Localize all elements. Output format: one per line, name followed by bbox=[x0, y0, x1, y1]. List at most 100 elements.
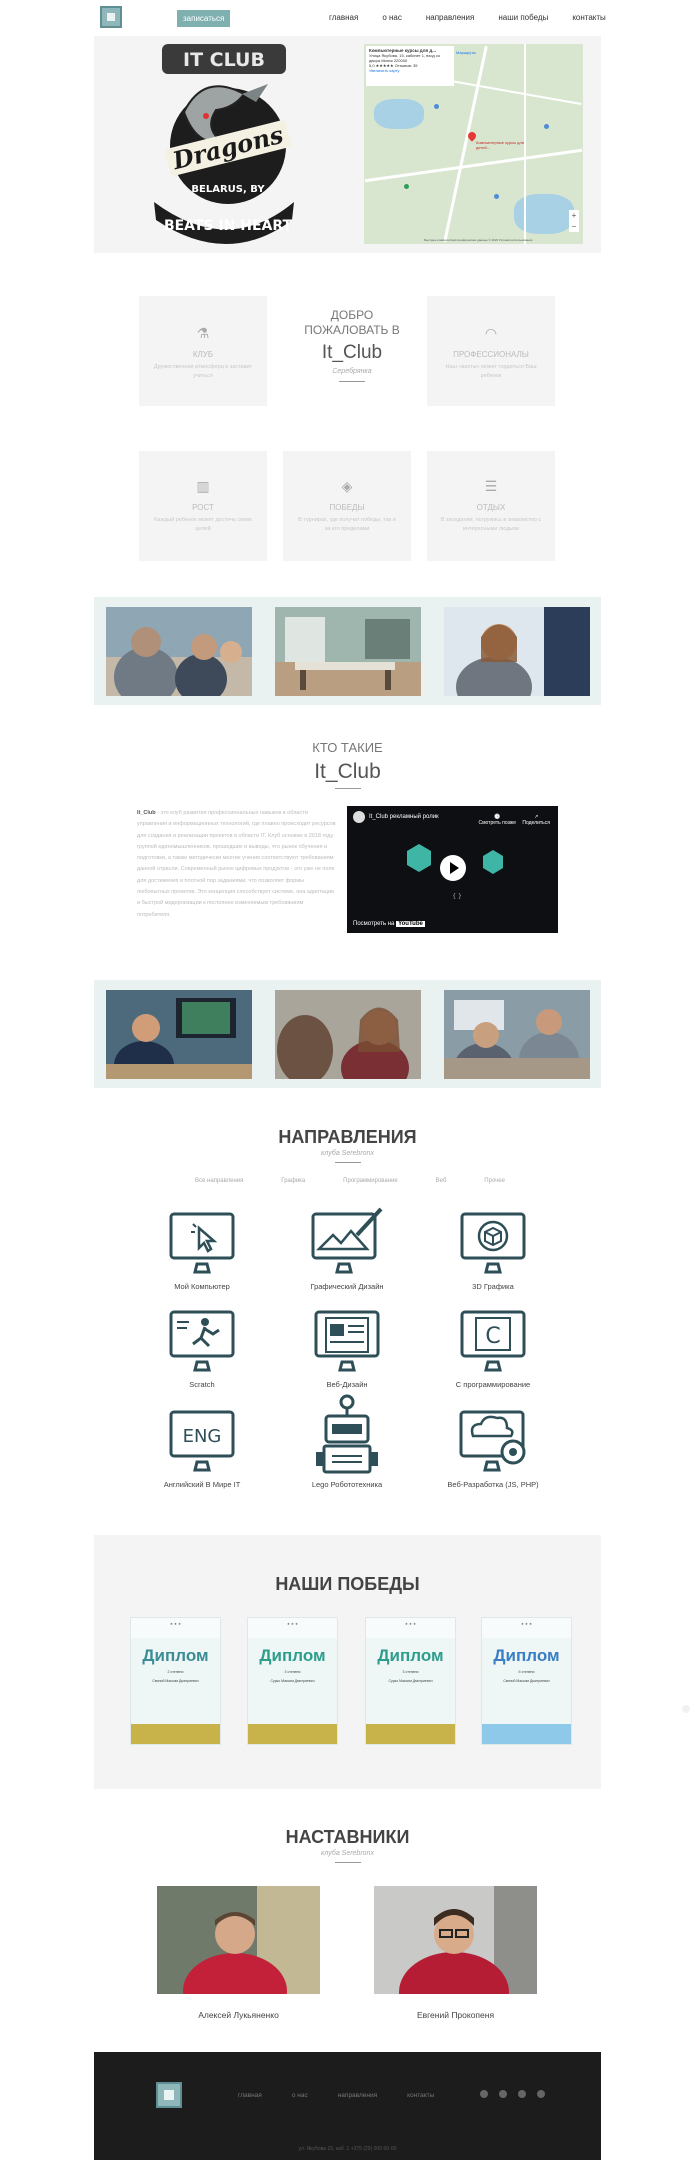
mentor-photo[interactable] bbox=[374, 1886, 537, 1994]
direction-label: Веб-Разработка (JS, PHP) bbox=[447, 1480, 539, 1489]
nav-contacts[interactable]: контакты bbox=[572, 13, 605, 22]
youtube-icon[interactable] bbox=[518, 2090, 526, 2098]
direction-scratch[interactable]: Scratch bbox=[137, 1308, 267, 1389]
welcome-block: ДОБРО ПОЖАЛОВАТЬ В It_Club Серебрянка bbox=[297, 308, 407, 382]
english-icon: ENG bbox=[169, 1410, 235, 1472]
feature-title: КЛУБ bbox=[192, 350, 214, 359]
footer-nav-home[interactable]: главная bbox=[238, 2092, 262, 2099]
diploma-footer bbox=[131, 1724, 220, 1744]
nav-directions[interactable]: направления bbox=[426, 13, 475, 22]
database-icon: ☰ bbox=[484, 478, 498, 494]
watch-later-button[interactable]: 🕒 Смотреть позже bbox=[478, 814, 516, 826]
feature-card-wins: ◈ ПОБЕДЫ В турнирах, где получат победы,… bbox=[283, 451, 411, 561]
facebook-icon[interactable] bbox=[480, 2090, 488, 2098]
vk-icon[interactable] bbox=[499, 2090, 507, 2098]
footer-nav-directions[interactable]: направления bbox=[338, 2092, 377, 2099]
club-photo[interactable] bbox=[275, 990, 421, 1079]
about-heading: КТО ТАКИЕ bbox=[312, 740, 383, 755]
map-footer: Быстрые клавиши Картографические данные … bbox=[424, 238, 533, 242]
diploma-card[interactable]: ★ ★ ★ Диплом 3 степени Сурко Максим Дмит… bbox=[365, 1617, 456, 1745]
chart-icon: ▥ bbox=[196, 478, 210, 494]
promo-video[interactable]: It_Club рекламный ролик 🕒 Смотреть позже … bbox=[347, 806, 558, 933]
club-logo[interactable] bbox=[100, 6, 122, 28]
share-button[interactable]: ↗ Поделиться bbox=[522, 814, 550, 826]
channel-avatar[interactable] bbox=[353, 811, 365, 823]
club-photo[interactable] bbox=[106, 990, 252, 1079]
map-zoom-controls[interactable]: + − bbox=[569, 210, 579, 232]
signup-button[interactable]: записаться bbox=[177, 10, 231, 27]
feature-desc: Дружественная атмосфера в заставит учить… bbox=[153, 364, 253, 379]
diploma-name: Сурко Максим Дмитриевич bbox=[270, 1679, 315, 1683]
main-nav: главная о нас направления наши победы ко… bbox=[329, 13, 630, 22]
map-pin-label: Компьютерные курсы для детей... bbox=[476, 140, 524, 150]
diploma-header: ★ ★ ★ bbox=[366, 1618, 455, 1638]
map-poi-icon[interactable] bbox=[434, 104, 439, 109]
map-poi-icon[interactable] bbox=[494, 194, 499, 199]
direction-label: Lego Робототехника bbox=[311, 1480, 383, 1489]
diploma-header: ★ ★ ★ bbox=[248, 1618, 337, 1638]
directions-title: НАПРАВЛЕНИЯ bbox=[278, 1127, 417, 1147]
map-bigger-link[interactable]: Увеличить карту bbox=[369, 68, 451, 73]
graphic-design-icon bbox=[311, 1207, 383, 1274]
svg-text:{ }: { } bbox=[452, 893, 462, 900]
welcome-club-name: It_Club bbox=[321, 342, 383, 363]
logo-chip-icon bbox=[164, 2090, 174, 2100]
diploma-degree: 3 степени bbox=[284, 1670, 301, 1674]
nav-wins[interactable]: наши победы bbox=[498, 13, 548, 22]
mentor-name: Алексей Лукьяненко bbox=[198, 2010, 279, 2020]
welcome-divider bbox=[339, 381, 365, 382]
footer-nav: главная о нас направления контакты bbox=[238, 2092, 464, 2099]
instagram-icon[interactable] bbox=[537, 2090, 545, 2098]
about-text: It_Club - это клуб развития профессионал… bbox=[137, 808, 337, 921]
diploma-card[interactable]: ★ ★ ★ Диплом II степени Свиной Максим Дм… bbox=[481, 1617, 572, 1745]
direction-my-computer[interactable]: Мой Компьютер bbox=[137, 1210, 267, 1291]
feature-title: ПРОФЕССИОНАЛЫ bbox=[453, 350, 529, 359]
filter-all[interactable]: Все направления bbox=[195, 1178, 243, 1184]
filter-graphics[interactable]: Графика bbox=[281, 1178, 305, 1184]
filter-web[interactable]: Веб bbox=[436, 1178, 447, 1184]
play-button[interactable] bbox=[440, 855, 466, 881]
nav-home[interactable]: главная bbox=[329, 13, 358, 22]
direction-3d-graphics[interactable]: 3D Графика bbox=[428, 1210, 558, 1291]
mentor-photo[interactable] bbox=[157, 1886, 320, 1994]
map-route-link[interactable]: Маршруты bbox=[456, 50, 476, 55]
watch-on-youtube[interactable]: Посмотреть на YouTube bbox=[353, 921, 425, 927]
map-poi-icon[interactable] bbox=[404, 184, 409, 189]
footer-nav-contacts[interactable]: контакты bbox=[407, 2092, 434, 2099]
diploma-card[interactable]: ★ ★ ★ Диплом 3 степени Сурко Максим Дмит… bbox=[247, 1617, 338, 1745]
location-map[interactable]: Компьютерные курсы для д... Улица Якубов… bbox=[364, 44, 583, 244]
footer-logo[interactable] bbox=[156, 2082, 182, 2108]
video-title[interactable]: It_Club рекламный ролик bbox=[369, 814, 439, 820]
filter-other[interactable]: Прочее bbox=[484, 1178, 505, 1184]
nav-about[interactable]: о нас bbox=[382, 13, 402, 22]
direction-web-design[interactable]: Веб-Дизайн bbox=[282, 1306, 412, 1389]
mentors-subtitle: клуба Serebronx bbox=[321, 1850, 374, 1857]
watch-on-label: Посмотреть на bbox=[353, 921, 395, 927]
diploma-card[interactable]: ★ ★ ★ Диплом 2 степени Свиной Максим Дми… bbox=[130, 1617, 221, 1745]
footer-nav-about[interactable]: о нас bbox=[292, 2092, 308, 2099]
diploma-footer bbox=[248, 1724, 337, 1744]
club-photo[interactable] bbox=[275, 607, 421, 696]
map-poi-icon[interactable] bbox=[544, 124, 549, 129]
club-photo[interactable] bbox=[444, 990, 590, 1079]
direction-web-development[interactable]: Веб-Разработка (JS, PHP) bbox=[428, 1404, 558, 1489]
speedometer-icon: ◠ bbox=[484, 325, 498, 341]
direction-c-programming[interactable]: C С программирование bbox=[428, 1308, 558, 1389]
about-brand: It_Club bbox=[137, 810, 156, 816]
direction-english-it[interactable]: ENG Английский В Мире IT bbox=[137, 1408, 267, 1489]
direction-lego-robotics[interactable]: Lego Робототехника bbox=[282, 1394, 412, 1489]
direction-graphic-design[interactable]: Графический Дизайн bbox=[282, 1205, 412, 1291]
filter-programming[interactable]: Программирование bbox=[343, 1178, 398, 1184]
svg-text:ENG: ENG bbox=[183, 1426, 222, 1447]
robot-icon bbox=[316, 1394, 378, 1474]
scroll-indicator[interactable] bbox=[682, 1705, 690, 1713]
diploma-word: Диплом bbox=[142, 1646, 209, 1665]
mentors-title: НАСТАВНИКИ bbox=[285, 1827, 410, 1847]
feature-card-pros: ◠ ПРОФЕССИОНАЛЫ Наш «вахты» может гордит… bbox=[427, 296, 555, 406]
diploma-word: Диплом bbox=[259, 1646, 326, 1665]
club-photo[interactable] bbox=[106, 607, 252, 696]
club-photo[interactable] bbox=[444, 607, 590, 696]
web-design-icon bbox=[314, 1310, 380, 1372]
feature-card-club: ⚗ КЛУБ Дружественная атмосфера в застави… bbox=[139, 296, 267, 406]
scratch-icon bbox=[169, 1310, 235, 1372]
